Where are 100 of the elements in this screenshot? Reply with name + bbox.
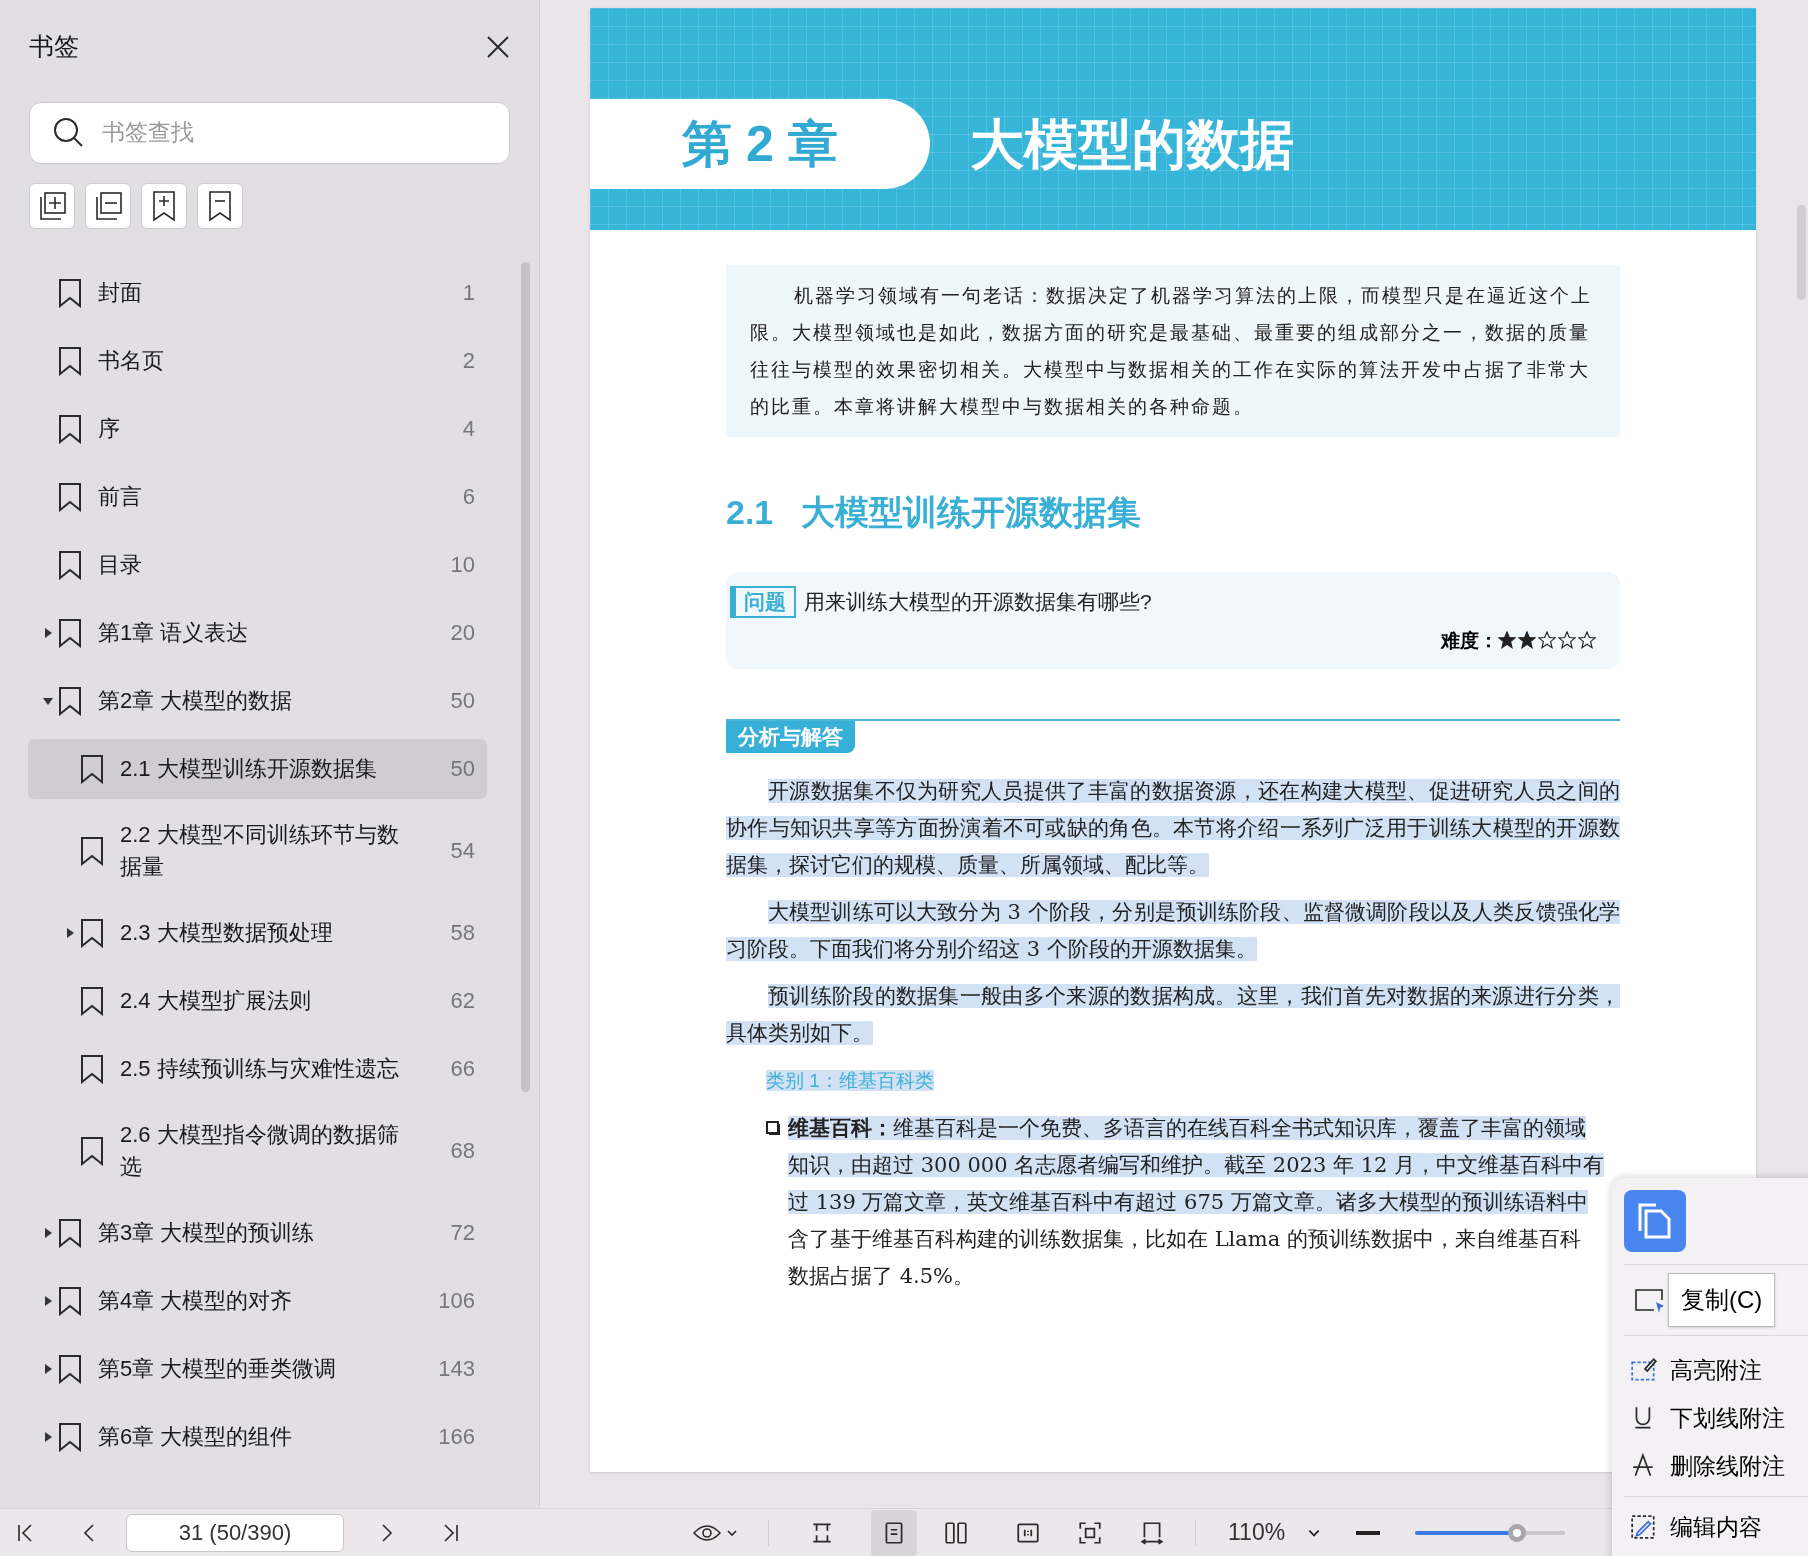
bookmark-icon [58,481,82,512]
bookmark-item[interactable]: 序 4 [28,398,487,459]
edit-icon [1630,1513,1658,1541]
search-field[interactable]: 书签查找 [29,101,510,164]
category-heading: 类别 1：维基百科类 [766,1069,934,1091]
bookmark-item[interactable]: 2.2 大模型不同训练环节与数据量 54 [28,806,487,895]
highlight-icon [1630,1356,1658,1384]
bookmark-icon [58,345,82,376]
star-icon [1578,631,1596,650]
intro-paragraph: 机器学习领域有一句老话：数据决定了机器学习算法的上限，而模型只是在逼近这个上限。大模型领域也是如此，数据方面的研究是最基础、最重要的组成部分之一，数据的质量往往与模型的效果密切相关。大模型中与数据相关的工作在实际的算法开发中占据了非常大的比重。本章将讲解大模型中与数据相关的各种命题。 [726,265,1620,437]
caret-right-icon[interactable] [64,926,76,939]
bookmark-item[interactable]: 书名页 2 [28,330,487,391]
chapter-title: 大模型的数据 [970,112,1294,176]
chapter-label: 第 2 章 [682,114,838,174]
bookmark-label: 第1章 语义表达 [98,618,250,647]
bookmark-icon [58,413,82,444]
menu-item[interactable]: 删除线附注 [1624,1442,1808,1490]
zoom-level: 110% [1228,1518,1286,1548]
star-icon [1558,631,1576,650]
page-number: 50 [450,687,475,715]
bookmark-icon [58,1353,82,1384]
bookmark-icon [58,685,82,716]
bookmark-label: 封面 [98,278,143,307]
bookmark-item[interactable]: 2.6 大模型指令微调的数据筛选 68 [28,1106,487,1195]
caret-right-icon[interactable] [42,1362,54,1375]
slider-thumb[interactable] [1508,1523,1527,1542]
collapse-all-button[interactable] [85,182,131,229]
bookmark-item[interactable]: 2.4 大模型扩展法则 62 [28,970,487,1031]
checkbox-bullet-icon [766,1120,780,1135]
caret-right-icon[interactable] [42,626,54,639]
bookmark-icon [58,277,82,308]
menu-item[interactable]: 高亮附注 [1624,1346,1808,1394]
bookmark-item[interactable]: 前言 6 [28,466,487,527]
bookmark-icon [80,835,104,866]
bookmark-icon [80,985,104,1016]
bookmark-icon [80,1135,104,1166]
page-number: 1 [462,279,475,307]
bookmark-label: 2.5 持续预训练与灾难性遗忘 [120,1054,400,1083]
bookmark-label: 2.2 大模型不同训练环节与数据量 [120,820,400,881]
caret-right-icon[interactable] [42,1430,54,1443]
bookmark-item[interactable]: 2.1 大模型训练开源数据集 50 [28,738,487,799]
star-icon [1518,631,1536,650]
bookmark-item[interactable]: 目录 10 [28,534,487,595]
add-bookmark-button[interactable] [141,182,187,229]
zoom-slider[interactable] [1415,1523,1566,1542]
bookmark-item[interactable]: 2.3 大模型数据预处理 58 [28,902,487,963]
page-number: 58 [450,919,475,947]
close-icon[interactable] [486,34,510,59]
caret-right-icon[interactable] [42,1294,54,1307]
bookmark-label: 2.1 大模型训练开源数据集 [120,754,378,783]
bookmark-item[interactable]: 第3章 大模型的预训练 72 [28,1202,487,1263]
page-number-field[interactable]: 31 (50/390) [126,1513,344,1552]
analysis-label: 分析与解答 [726,720,855,753]
bookmark-icon [58,1285,82,1316]
star-icon [1538,631,1556,650]
bookmark-icon [80,1053,104,1084]
bookmark-label: 第2章 大模型的数据 [98,686,294,715]
question-badge: 问题 [730,586,796,618]
page-number: 106 [438,1287,475,1315]
bookmark-label: 书名页 [98,346,165,375]
bookmark-item[interactable]: 第5章 大模型的垂类微调 143 [28,1338,487,1399]
remove-bookmark-button[interactable] [197,182,243,229]
page-number: 2 [462,347,475,375]
search-icon [53,116,85,149]
bookmark-item[interactable]: 第4章 大模型的对齐 106 [28,1270,487,1331]
bookmark-label: 2.4 大模型扩展法则 [120,986,312,1015]
page-number: 20 [450,619,475,647]
bookmark-label: 2.6 大模型指令微调的数据筛选 [120,1120,400,1181]
page-number: 50 [450,755,475,783]
bookmark-label: 第3章 大模型的预训练 [98,1218,316,1247]
scrollbar-thumb[interactable] [521,262,530,1092]
bookmark-item[interactable]: 第2章 大模型的数据 50 [28,670,487,731]
bookmark-label: 第6章 大模型的组件 [98,1422,294,1451]
bookmark-item[interactable]: 2.5 持续预训练与灾难性遗忘 66 [28,1038,487,1099]
scrollbar-thumb[interactable] [1797,205,1806,300]
view-mode-button[interactable] [871,1509,917,1556]
bookmark-item[interactable]: 第1章 语义表达 20 [28,602,487,663]
bookmark-item[interactable]: 第6章 大模型的组件 166 [28,1406,487,1467]
page-number: 143 [438,1355,475,1383]
bullet-text-line: 含了基于维基百科构建的训练数据集，比如在 Llama 的预训练数据中，来自维基百科 [788,1226,1581,1251]
bookmark-label: 2.3 大模型数据预处理 [120,918,334,947]
page-number: 62 [450,987,475,1015]
body-paragraph: 大模型训练可以大致分为 3 个阶段，分别是预训练阶段、监督微调阶段以及人类反馈强化学习阶段。下面我们将分别介绍这 3 个阶段的开源数据集。 [726,898,1620,963]
caret-right-icon[interactable] [42,1226,54,1239]
section-title: 大模型训练开源数据集 [801,492,1142,533]
two-page-icon [943,1519,969,1546]
menu-item[interactable]: 下划线附注 [1624,1394,1808,1442]
page-number: 72 [450,1219,475,1247]
star-icon [1498,631,1516,650]
bookmark-icon [58,617,82,648]
menu-item[interactable]: 编辑内容 [1624,1503,1808,1551]
expand-all-button[interactable] [29,182,75,229]
rotate-page-icon [1139,1519,1165,1546]
bookmark-label: 前言 [98,482,143,511]
bookmark-icon [58,549,82,580]
bookmark-item[interactable]: 封面 1 [28,262,487,323]
copy-tooltip: 复制(C) [1668,1273,1776,1327]
bookmark-icon [80,917,104,948]
copy-button[interactable] [1624,1190,1686,1252]
bullet-text-line: 数据占据了 4.5%。 [788,1263,975,1288]
